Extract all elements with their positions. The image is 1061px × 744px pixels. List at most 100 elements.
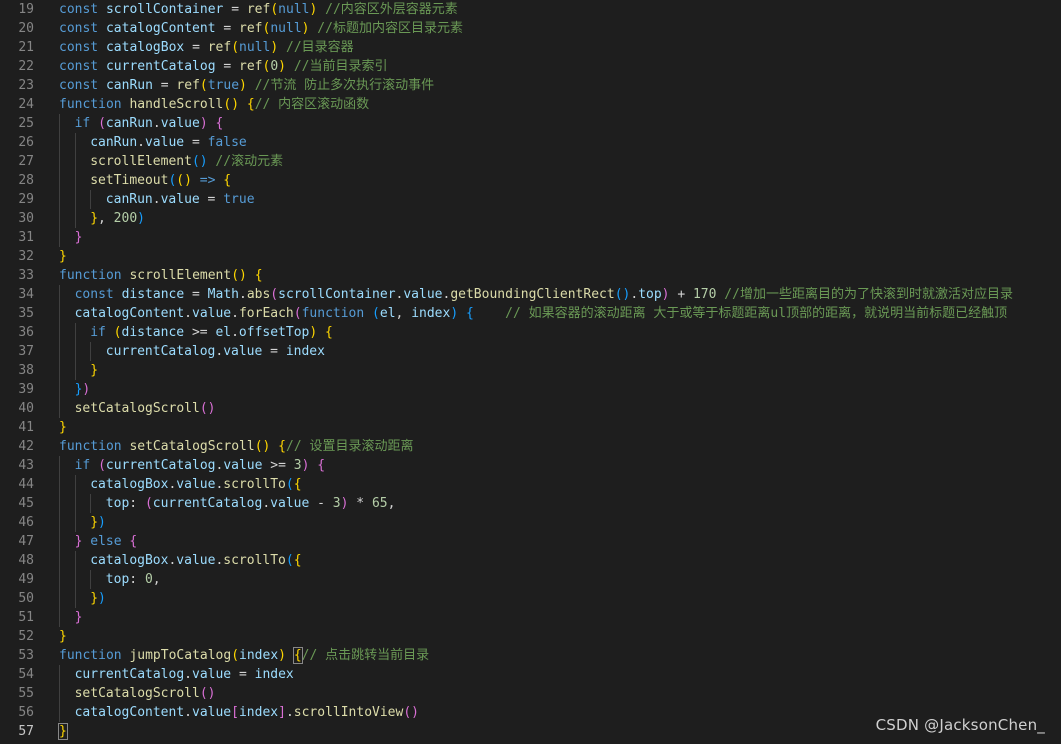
code-token: //内容区外层容器元素 <box>317 2 458 17</box>
code-token: >= <box>262 458 294 473</box>
code-token: = <box>184 287 208 302</box>
code-line[interactable]: 46}) <box>0 513 1061 532</box>
indent-guide <box>74 361 76 380</box>
code-line[interactable]: 50}) <box>0 589 1061 608</box>
code-text: canRun.value = false <box>90 133 247 152</box>
code-token: const <box>74 287 122 302</box>
code-text: const canRun = ref(true) //节流 防止多次执行滚动事件 <box>59 76 434 95</box>
code-text: setCatalogScroll() <box>75 684 216 703</box>
line-number: 49 <box>18 572 34 587</box>
line-number: 21 <box>18 40 34 55</box>
code-token: // 设置目录滚动距离 <box>286 439 414 454</box>
code-line[interactable]: 49 top: 0, <box>0 570 1061 589</box>
code-line[interactable]: 20 const catalogContent = ref(null) //标题加… <box>0 19 1061 38</box>
code-line[interactable]: 41} <box>0 418 1061 437</box>
code-line[interactable]: 51} <box>0 608 1061 627</box>
code-line[interactable]: 26 canRun.value = false <box>0 133 1061 152</box>
code-token: ( <box>98 116 106 131</box>
code-token: * <box>348 496 372 511</box>
code-token: setCatalogScroll <box>129 439 255 454</box>
code-line[interactable]: 38} <box>0 361 1061 380</box>
watermark: CSDN @JacksonChen_ <box>875 716 1045 734</box>
code-line[interactable]: 28 setTimeout(() => { <box>0 171 1061 190</box>
code-line[interactable]: 39}) <box>0 380 1061 399</box>
code-token: scrollTo <box>223 553 286 568</box>
line-number: 20 <box>18 21 34 36</box>
code-token: true <box>223 192 255 207</box>
code-line[interactable]: 42 function setCatalogScroll() {// 设置目录滚动… <box>0 437 1061 456</box>
code-line[interactable]: 30}, 200) <box>0 209 1061 228</box>
code-line[interactable]: 33 function scrollElement() { <box>0 266 1061 285</box>
code-token: catalogBox <box>90 553 169 568</box>
code-line[interactable]: 34 const distance = Math.abs(scrollContai… <box>0 285 1061 304</box>
code-line[interactable]: 54 currentCatalog.value = index <box>0 665 1061 684</box>
code-token: , <box>152 572 161 587</box>
code-token: : <box>129 496 145 511</box>
code-token: ref <box>246 2 271 17</box>
indent-guide <box>59 703 60 722</box>
code-token: 170 <box>692 287 717 302</box>
code-line[interactable]: 35 catalogContent.value.forEach(function … <box>0 304 1061 323</box>
code-line[interactable]: 40 setCatalogScroll() <box>0 399 1061 418</box>
code-text: const distance = Math.abs(scrollContaine… <box>75 285 1013 304</box>
code-token: top <box>105 572 130 587</box>
code-line[interactable]: 24 function handleScroll() {// 内容区滚动函数 <box>0 95 1061 114</box>
code-token: value <box>144 135 185 150</box>
line-number: 32 <box>18 249 34 264</box>
code-token: index <box>254 667 294 682</box>
code-line[interactable]: 25 if (canRun.value) { <box>0 114 1061 133</box>
code-line[interactable]: 22 const currentCatalog = ref(0) //当前目录索引 <box>0 57 1061 76</box>
code-line[interactable]: 19 const scrollContainer = ref(null) //内容… <box>0 0 1061 19</box>
code-token: catalogBox <box>105 40 185 55</box>
code-token: ) <box>199 116 208 131</box>
code-token: ( <box>199 78 208 93</box>
code-line[interactable]: 27 scrollElement() //滚动元素 <box>0 152 1061 171</box>
code-line[interactable]: 45 top: (currentCatalog.value - 3) * 65, <box>0 494 1061 513</box>
code-token: = <box>184 135 208 150</box>
indent-guide <box>74 589 76 608</box>
code-line[interactable]: 44 catalogBox.value.scrollTo({ <box>0 475 1061 494</box>
code-token: currentCatalog <box>105 458 216 473</box>
code-token: ) <box>278 59 286 74</box>
code-line[interactable]: 52} <box>0 627 1061 646</box>
code-token: } <box>59 420 67 435</box>
code-token: } <box>58 723 68 740</box>
code-token: 65 <box>371 496 388 511</box>
code-text: function setCatalogScroll() {// 设置目录滚动距离 <box>59 437 413 456</box>
line-number: 50 <box>18 591 34 606</box>
code-line[interactable]: 23 const canRun = ref(true) //节流 防止多次执行滚动… <box>0 76 1061 95</box>
code-line[interactable]: 36 if (distance >= el.offsetTop) { <box>0 323 1061 342</box>
code-token: ( <box>293 306 302 321</box>
code-line[interactable]: 29 canRun.value = true <box>0 190 1061 209</box>
code-line[interactable]: 21 const catalogBox = ref(null) //目录容器 <box>0 38 1061 57</box>
code-text: const currentCatalog = ref(0) //当前目录索引 <box>59 57 387 76</box>
code-line[interactable]: 31} <box>0 228 1061 247</box>
code-text: }) <box>90 589 106 608</box>
code-token: . <box>184 306 192 321</box>
line-number: 31 <box>18 230 34 245</box>
code-text: function scrollElement() { <box>59 266 263 285</box>
code-token: ( <box>98 458 106 473</box>
code-line[interactable]: 37 currentCatalog.value = index <box>0 342 1061 361</box>
code-token: () <box>231 268 247 283</box>
code-token: catalogContent <box>74 306 185 321</box>
code-line[interactable]: 32} <box>0 247 1061 266</box>
code-text: } <box>58 722 68 741</box>
code-token: . <box>231 306 239 321</box>
code-line[interactable]: 53 function jumpToCatalog(index) {// 点击跳转… <box>0 646 1061 665</box>
code-line[interactable]: 55 setCatalogScroll() <box>0 684 1061 703</box>
code-line[interactable]: 43 if (currentCatalog.value >= 3) { <box>0 456 1061 475</box>
code-token: } <box>74 610 83 625</box>
code-token: setCatalogScroll <box>74 686 200 701</box>
code-token: null <box>270 21 302 36</box>
code-token: } <box>90 211 99 226</box>
code-token: //目录容器 <box>278 40 354 55</box>
code-editor[interactable]: 19 const scrollContainer = ref(null) //内容… <box>0 0 1061 744</box>
code-token: scrollTo <box>223 477 286 492</box>
code-line[interactable]: 48 catalogBox.value.scrollTo({ <box>0 551 1061 570</box>
code-token: forEach <box>238 306 294 321</box>
line-number: 28 <box>18 173 34 188</box>
code-line[interactable]: 47} else { <box>0 532 1061 551</box>
